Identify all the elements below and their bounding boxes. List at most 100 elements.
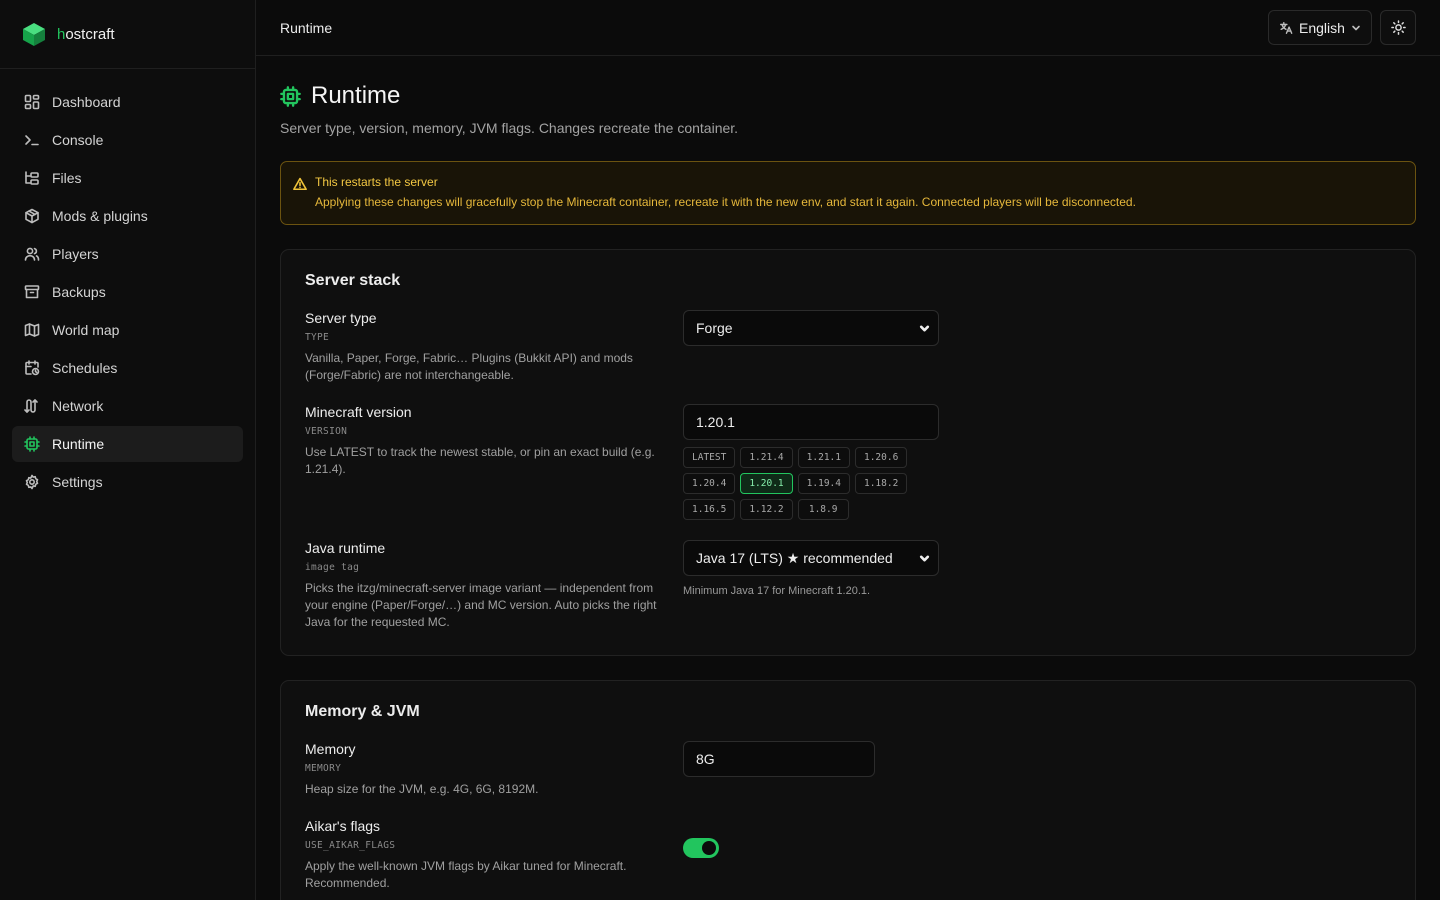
- sidebar-item-mods-plugins[interactable]: Mods & plugins: [12, 198, 243, 234]
- field-key: VERSION: [305, 426, 348, 437]
- sidebar-item-dashboard[interactable]: Dashboard: [12, 84, 243, 120]
- topbar-actions: English: [1268, 10, 1416, 45]
- brand[interactable]: hostcraft: [0, 0, 255, 69]
- memory-field: Memory MEMORY Heap size for the JVM, e.g…: [305, 741, 1391, 798]
- field-label: Minecraft version: [305, 404, 412, 420]
- sidebar-item-runtime[interactable]: Runtime: [12, 426, 243, 462]
- card-title: Server stack: [305, 272, 401, 289]
- translate-icon: [1280, 21, 1293, 34]
- field-key: TYPE: [305, 332, 330, 343]
- page-title: Runtime: [311, 82, 401, 109]
- version-chip[interactable]: 1.21.4: [740, 447, 793, 468]
- sidebar-item-label: Schedules: [52, 360, 118, 376]
- calendar-clock-icon: [24, 360, 40, 376]
- version-chip[interactable]: 1.16.5: [683, 499, 736, 520]
- version-chip-selected[interactable]: 1.20.1: [740, 473, 793, 494]
- input-value: 1.20.1: [696, 414, 735, 430]
- sidebar-item-files[interactable]: Files: [12, 160, 243, 196]
- server-stack-card: Server stack Server type TYPE Vanilla, P…: [280, 249, 1416, 656]
- sidebar: hostcraft Dashboard Console Files Mods &…: [0, 0, 256, 900]
- sidebar-item-label: Settings: [52, 474, 103, 490]
- terminal-icon: [24, 132, 40, 148]
- version-chip[interactable]: LATEST: [683, 447, 736, 468]
- users-icon: [24, 246, 40, 262]
- server-type-field: Server type TYPE Vanilla, Paper, Forge, …: [305, 310, 1391, 384]
- aikar-flags-field: Aikar's flags USE_AIKAR_FLAGS Apply the …: [305, 818, 1391, 892]
- field-label: Server type: [305, 310, 377, 326]
- java-hint: Minimum Java 17 for Minecraft 1.20.1.: [683, 585, 871, 597]
- language-select[interactable]: English: [1268, 10, 1372, 45]
- server-type-select[interactable]: Forge: [683, 310, 939, 346]
- cpu-icon: [280, 85, 301, 107]
- sidebar-item-label: Players: [52, 246, 99, 262]
- java-runtime-select[interactable]: Java 17 (LTS) ★ recommended: [683, 540, 939, 576]
- sidebar-item-schedules[interactable]: Schedules: [12, 350, 243, 386]
- version-chip[interactable]: 1.20.4: [683, 473, 736, 494]
- topbar: Runtime English: [256, 0, 1440, 56]
- field-description: Heap size for the JVM, e.g. 4G, 6G, 8192…: [305, 782, 539, 796]
- warning-text: Applying these changes will gracefully s…: [315, 195, 1136, 209]
- sidebar-item-label: Console: [52, 132, 104, 148]
- field-description: Picks the itzg/minecraft-server image va…: [305, 581, 657, 629]
- restart-warning: This restarts the server Applying these …: [280, 161, 1416, 225]
- version-chip[interactable]: 1.20.6: [854, 447, 908, 468]
- memory-input[interactable]: 8G: [683, 741, 875, 777]
- field-label: Memory: [305, 741, 356, 757]
- field-description: Vanilla, Paper, Forge, Fabric… Plugins (…: [305, 351, 633, 382]
- sidebar-item-label: Network: [52, 398, 104, 414]
- archive-icon: [24, 284, 40, 300]
- sidebar-item-backups[interactable]: Backups: [12, 274, 243, 310]
- field-key: image tag: [305, 562, 360, 573]
- select-value: Java 17 (LTS) ★ recommended: [696, 549, 893, 566]
- version-chip[interactable]: 1.21.1: [797, 447, 850, 468]
- page-header: Runtime: [280, 82, 1416, 110]
- page-subtitle: Server type, version, memory, JVM flags.…: [280, 120, 739, 136]
- main-area: Runtime English Runtime Server type, ver…: [256, 0, 1440, 900]
- sidebar-item-settings[interactable]: Settings: [12, 464, 243, 500]
- theme-toggle-button[interactable]: [1380, 10, 1416, 45]
- version-chips: LATEST 1.21.4 1.21.1 1.20.6 1.20.4 1.20.…: [683, 447, 943, 520]
- warning-title: This restarts the server: [315, 175, 438, 189]
- dashboard-icon: [24, 94, 40, 110]
- memory-jvm-card: Memory & JVM Memory MEMORY Heap size for…: [280, 680, 1416, 900]
- java-runtime-field: Java runtime image tag Picks the itzg/mi…: [305, 540, 1391, 631]
- version-chip[interactable]: 1.12.2: [740, 499, 793, 520]
- version-chip[interactable]: 1.18.2: [854, 473, 908, 494]
- field-key: MEMORY: [305, 763, 342, 774]
- version-chip[interactable]: 1.19.4: [797, 473, 850, 494]
- card-title: Memory & JVM: [305, 703, 420, 720]
- field-description: Use LATEST to track the newest stable, o…: [305, 445, 655, 476]
- sidebar-item-label: Mods & plugins: [52, 208, 148, 224]
- sidebar-item-label: Files: [52, 170, 82, 186]
- network-icon: [24, 398, 40, 414]
- sidebar-item-label: Dashboard: [52, 94, 121, 110]
- input-value: 8G: [696, 751, 715, 767]
- cube-logo-icon: [23, 23, 45, 46]
- warning-icon: [293, 177, 307, 191]
- sidebar-item-console[interactable]: Console: [12, 122, 243, 158]
- version-field: Minecraft version VERSION Use LATEST to …: [305, 404, 1391, 520]
- toggle-knob: [702, 841, 716, 855]
- chevron-down-icon: [919, 325, 930, 332]
- field-key: USE_AIKAR_FLAGS: [305, 840, 396, 851]
- gear-icon: [24, 474, 40, 490]
- sidebar-item-label: Backups: [52, 284, 106, 300]
- files-icon: [24, 170, 40, 186]
- field-label: Java runtime: [305, 540, 386, 556]
- sidebar-item-network[interactable]: Network: [12, 388, 243, 424]
- map-icon: [24, 322, 40, 338]
- sidebar-item-players[interactable]: Players: [12, 236, 243, 272]
- cpu-icon: [24, 436, 40, 452]
- select-value: Forge: [696, 320, 733, 336]
- sidebar-nav: Dashboard Console Files Mods & plugins P…: [0, 69, 255, 517]
- sidebar-item-world-map[interactable]: World map: [12, 312, 243, 348]
- version-input[interactable]: 1.20.1: [683, 404, 939, 440]
- content: Runtime Server type, version, memory, JV…: [256, 56, 1440, 900]
- chevron-down-icon: [919, 555, 930, 562]
- field-label: Aikar's flags: [305, 818, 381, 834]
- sidebar-item-label: World map: [52, 322, 120, 338]
- package-icon: [24, 208, 40, 224]
- version-chip[interactable]: 1.8.9: [797, 499, 849, 520]
- aikar-flags-toggle[interactable]: [683, 838, 719, 858]
- topbar-title: Runtime: [280, 19, 333, 36]
